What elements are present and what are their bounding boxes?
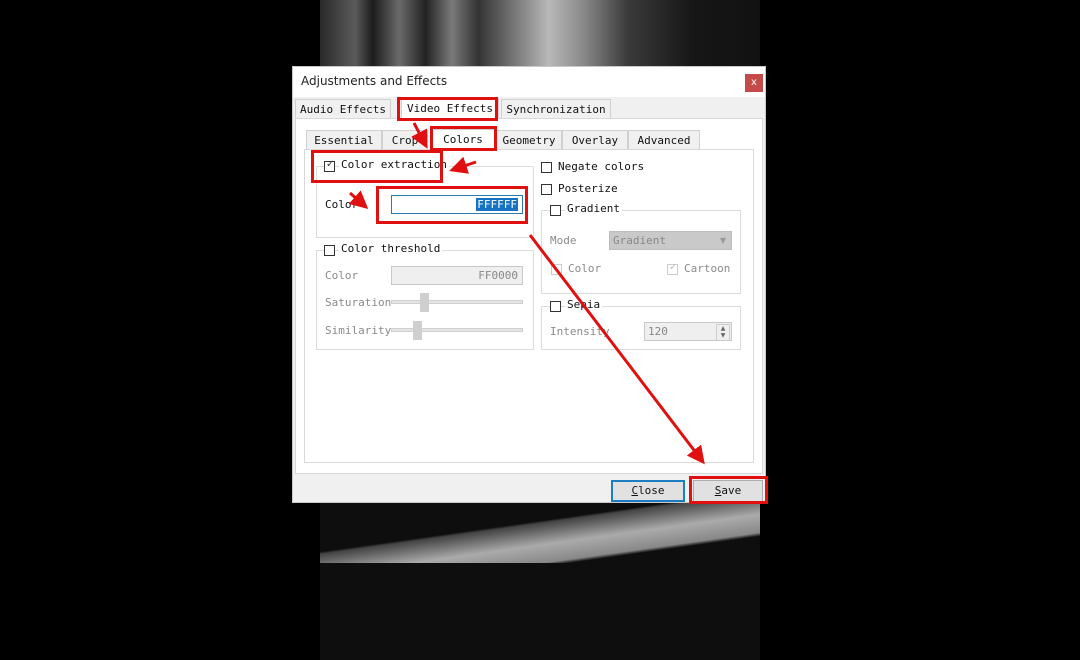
- saturation-label: Saturation: [323, 296, 394, 309]
- threshold-color-input[interactable]: FF0000: [391, 266, 523, 285]
- tab-audio-effects[interactable]: Audio Effects: [295, 99, 391, 118]
- video-frame-bottom: [320, 503, 760, 563]
- extraction-color-label: Color: [323, 198, 361, 211]
- close-icon[interactable]: x: [745, 74, 763, 92]
- gradient-color-label: Color: [566, 262, 604, 275]
- tab-advanced[interactable]: Advanced: [628, 130, 700, 149]
- color-threshold-label: Color threshold: [339, 242, 443, 255]
- tab-essential[interactable]: Essential: [306, 130, 382, 149]
- color-extraction-label: Color extraction: [339, 158, 449, 171]
- video-frame-top: [320, 0, 760, 66]
- mode-label: Mode: [548, 234, 579, 247]
- threshold-color-label: Color: [323, 269, 361, 282]
- sepia-checkbox[interactable]: [550, 301, 561, 312]
- mode-select[interactable]: Gradient ▼: [609, 231, 732, 250]
- cartoon-checkbox[interactable]: ✓: [667, 262, 678, 275]
- check-icon: ✓: [326, 159, 335, 170]
- tab-video-effects[interactable]: Video Effects: [401, 98, 499, 119]
- gradient-label: Gradient: [565, 202, 622, 215]
- color-extraction-checkbox[interactable]: ✓: [324, 159, 335, 172]
- gradient-group: [541, 210, 741, 294]
- similarity-label: Similarity: [323, 324, 394, 337]
- cartoon-label: Cartoon: [682, 262, 733, 275]
- extraction-color-input[interactable]: FFFFFF: [391, 195, 523, 214]
- gradient-color-checkbox[interactable]: [551, 264, 562, 275]
- negate-colors-checkbox[interactable]: [541, 162, 552, 173]
- tab-overlay[interactable]: Overlay: [562, 130, 628, 149]
- tab-synchronization[interactable]: Synchronization: [501, 99, 611, 118]
- title-bar: Adjustments and Effects x: [293, 67, 765, 97]
- intensity-label: Intensity: [548, 325, 612, 338]
- check-icon: ✓: [669, 262, 678, 273]
- dialog-title: Adjustments and Effects: [301, 74, 448, 88]
- posterize-label: Posterize: [556, 182, 620, 195]
- save-button[interactable]: Save: [693, 480, 763, 502]
- intensity-spinbox[interactable]: 120 ▲ ▼: [644, 322, 732, 341]
- saturation-slider-thumb[interactable]: [419, 293, 429, 312]
- tab-geometry[interactable]: Geometry: [496, 130, 562, 149]
- tab-crop[interactable]: Crop: [382, 130, 428, 149]
- posterize-checkbox[interactable]: [541, 184, 552, 195]
- chevron-down-icon: ▼: [719, 236, 726, 245]
- color-threshold-checkbox[interactable]: [324, 245, 335, 256]
- tab-colors[interactable]: Colors: [430, 129, 496, 150]
- negate-colors-label: Negate colors: [556, 160, 647, 173]
- saturation-slider[interactable]: [391, 293, 523, 312]
- close-button[interactable]: Close: [611, 480, 685, 502]
- similarity-slider-thumb[interactable]: [412, 321, 422, 340]
- adjustments-dialog: Adjustments and Effects x Audio Effects …: [292, 66, 766, 503]
- gradient-checkbox[interactable]: [550, 205, 561, 216]
- sepia-label: Sepia: [565, 298, 603, 311]
- similarity-slider[interactable]: [391, 321, 523, 340]
- colors-panel: ✓ Color extraction Color FFFFFF Color th…: [304, 149, 754, 463]
- spin-arrows-icon[interactable]: ▲ ▼: [716, 324, 730, 341]
- video-effects-panel: Essential Crop Colors Geometry Overlay A…: [295, 118, 763, 474]
